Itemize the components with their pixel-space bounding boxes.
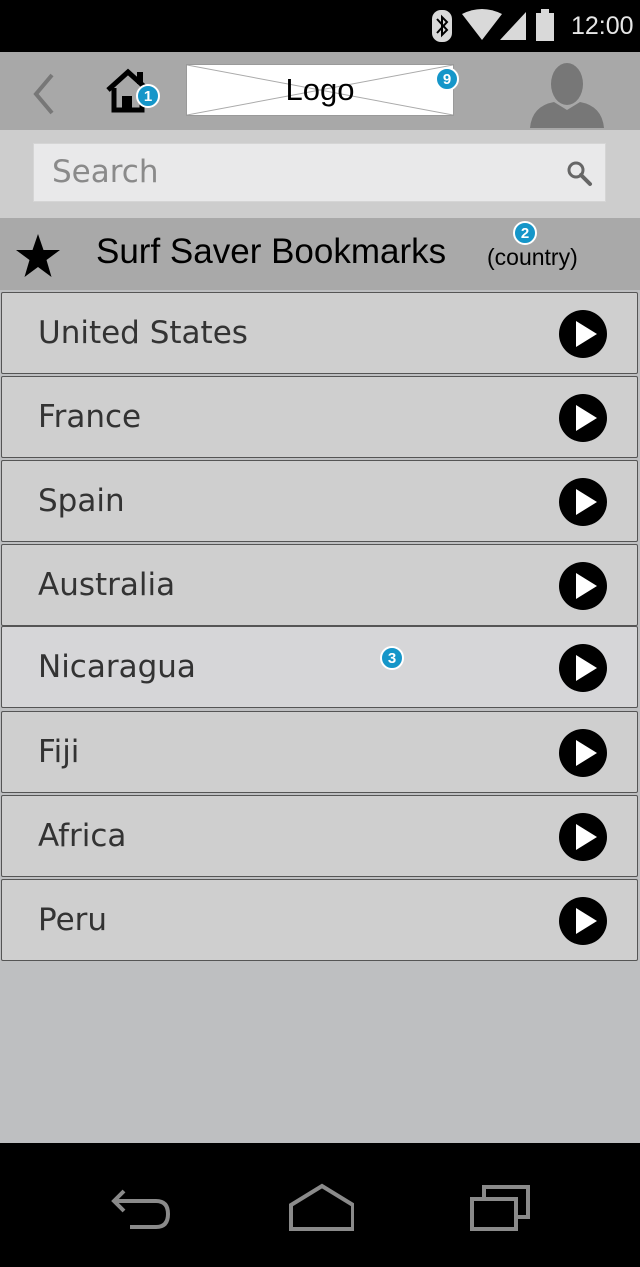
section-header: Surf Saver Bookmarks (country) 2 [0, 218, 640, 290]
list-item[interactable]: Spain [1, 460, 638, 542]
play-arrow-icon[interactable] [559, 562, 607, 610]
search-input[interactable]: Search [33, 143, 606, 202]
search-icon[interactable] [565, 159, 593, 187]
play-arrow-icon[interactable] [559, 478, 607, 526]
bluetooth-icon [432, 10, 452, 42]
annotation-badge: 3 [380, 646, 404, 670]
annotation-badge: 2 [513, 221, 537, 245]
list-item-label: United States [38, 315, 248, 351]
list-item[interactable]: Nicaragua 3 [1, 626, 638, 708]
list-item[interactable]: Australia [1, 544, 638, 626]
wifi-icon [462, 9, 502, 40]
play-arrow-icon[interactable] [559, 813, 607, 861]
play-arrow-icon[interactable] [559, 644, 607, 692]
bookmark-list: United States France Spain Australia Nic… [0, 290, 640, 1143]
status-time: 12:00 [571, 12, 634, 40]
list-item-label: Peru [38, 902, 108, 938]
battery-icon [536, 9, 554, 41]
recents-icon[interactable] [470, 1183, 534, 1233]
section-subtitle: (country) [487, 244, 578, 270]
home-icon[interactable] [288, 1183, 354, 1233]
star-icon [16, 234, 60, 277]
list-item[interactable]: Africa [1, 795, 638, 877]
list-item[interactable]: Peru [1, 879, 638, 961]
annotation-badge: 9 [435, 67, 459, 91]
home-button[interactable]: 1 [104, 64, 160, 116]
list-item[interactable]: France [1, 376, 638, 458]
list-item-label: France [38, 399, 142, 435]
signal-icon [500, 12, 526, 40]
user-avatar-icon[interactable] [528, 58, 606, 128]
play-arrow-icon[interactable] [559, 394, 607, 442]
list-item-label: Africa [38, 818, 127, 854]
annotation-badge: 1 [136, 84, 160, 108]
logo-text: Logo [285, 72, 355, 107]
play-arrow-icon[interactable] [559, 729, 607, 777]
search-placeholder: Search [52, 154, 159, 190]
list-item-label: Spain [38, 483, 125, 519]
list-item-label: Australia [38, 567, 176, 603]
logo-placeholder: Logo 9 [186, 64, 459, 116]
top-app-bar: 1 Logo 9 [0, 52, 640, 130]
list-item-label: Nicaragua [38, 649, 196, 685]
list-item-label: Fiji [38, 734, 80, 770]
search-area: Search [0, 130, 640, 218]
play-arrow-icon[interactable] [559, 310, 607, 358]
play-arrow-icon[interactable] [559, 897, 607, 945]
back-icon[interactable] [110, 1183, 174, 1233]
status-bar: 12:00 [0, 0, 640, 52]
list-item[interactable]: United States [1, 292, 638, 374]
list-item[interactable]: Fiji [1, 711, 638, 793]
back-chevron-icon[interactable] [30, 72, 60, 116]
system-nav-bar [0, 1143, 640, 1267]
section-title: Surf Saver Bookmarks [96, 232, 447, 271]
